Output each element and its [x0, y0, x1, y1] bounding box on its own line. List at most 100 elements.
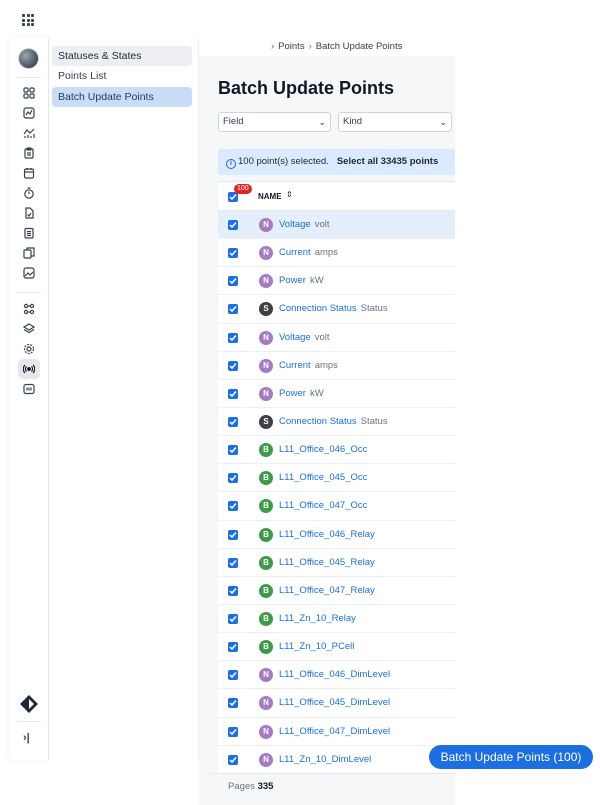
point-name-text[interactable]: L11_Office_046_Relay [279, 529, 375, 540]
table-row[interactable]: B L11_Office_046_Occ [218, 436, 455, 465]
table-row[interactable]: B L11_Zn_10_Relay [218, 605, 455, 634]
point-name-text[interactable]: Voltage [279, 332, 311, 343]
row-checkbox[interactable] [228, 445, 238, 456]
sort-icon[interactable]: ⇕ [286, 190, 293, 199]
point-name-text[interactable]: L11_Zn_10_Relay [279, 613, 356, 624]
point-name-text[interactable]: L11_Office_047_Occ [279, 500, 367, 511]
field-select[interactable]: Field ⌄ [218, 112, 331, 132]
broadcast-icon[interactable] [18, 359, 40, 379]
chart-icon[interactable] [22, 106, 36, 120]
point-name[interactable]: L11_Office_046_DimLevel [279, 669, 390, 680]
point-name[interactable]: Connection Status Status [279, 416, 388, 427]
row-checkbox[interactable] [228, 726, 238, 737]
table-row[interactable]: B L11_Office_047_Relay [218, 577, 455, 605]
table-row[interactable]: S Connection Status Status [218, 408, 455, 437]
point-name[interactable]: L11_Office_045_DimLevel [279, 697, 390, 708]
connections-icon[interactable] [22, 302, 36, 316]
row-checkbox[interactable] [228, 670, 238, 681]
breadcrumb-item-points[interactable]: Points [278, 41, 304, 52]
point-name[interactable]: Voltage volt [279, 219, 330, 230]
table-row[interactable]: N L11_Office_046_DimLevel [218, 661, 455, 690]
layers-icon[interactable] [22, 322, 36, 336]
point-name[interactable]: Connection Status Status [279, 303, 388, 314]
row-checkbox[interactable] [228, 416, 238, 427]
point-name-text[interactable]: Power [279, 388, 306, 399]
table-row[interactable]: N Power kW [218, 267, 455, 296]
table-row[interactable]: N Voltage volt [218, 324, 455, 352]
point-name-text[interactable]: L11_Office_045_Occ [279, 472, 367, 483]
image-icon[interactable] [22, 266, 36, 280]
point-name-text[interactable]: L11_Zn_10_DimLevel [279, 754, 371, 765]
row-checkbox[interactable] [228, 304, 238, 315]
calendar-icon[interactable] [22, 166, 36, 180]
row-checkbox[interactable] [228, 529, 238, 540]
table-row[interactable]: B L11_Office_045_Relay [218, 549, 455, 577]
batch-update-button[interactable]: Batch Update Points (100) [429, 745, 593, 769]
point-name-text[interactable]: Power [279, 275, 306, 286]
table-row[interactable]: B L11_Office_045_Occ [218, 464, 455, 493]
point-name[interactable]: L11_Zn_10_PCell [279, 641, 354, 652]
point-name-text[interactable]: L11_Zn_10_PCell [279, 641, 354, 652]
point-name-text[interactable]: L11_Office_047_Relay [279, 585, 375, 596]
row-checkbox[interactable] [228, 698, 238, 709]
point-name[interactable]: Current amps [279, 360, 338, 371]
table-row[interactable]: N L11_Office_045_DimLevel [218, 689, 455, 718]
point-name-text[interactable]: Voltage [279, 219, 311, 230]
point-name[interactable]: L11_Zn_10_DimLevel [279, 754, 371, 765]
table-row[interactable]: N L11_Zn_10_DimLevel [218, 746, 455, 774]
list-icon[interactable] [22, 226, 36, 240]
point-name-text[interactable]: Connection Status [279, 303, 357, 314]
point-name-text[interactable]: L11_Office_046_DimLevel [279, 669, 390, 680]
table-row[interactable]: N L11_Office_047_DimLevel [218, 718, 455, 746]
table-row[interactable]: N Power kW [218, 380, 455, 408]
row-checkbox[interactable] [228, 754, 238, 765]
table-row[interactable]: B L11_Zn_10_PCell [218, 633, 455, 662]
point-name[interactable]: L11_Office_047_DimLevel [279, 726, 390, 737]
point-name[interactable]: L11_Office_045_Occ [279, 472, 367, 483]
row-checkbox[interactable] [228, 360, 238, 371]
row-checkbox[interactable] [228, 220, 238, 230]
subnav-item-statuses-states[interactable]: Statuses & States [52, 46, 192, 66]
row-checkbox[interactable] [228, 585, 238, 596]
row-checkbox[interactable] [228, 248, 238, 259]
expand-sidebar-icon[interactable]: ›| [23, 732, 30, 744]
table-row[interactable]: B L11_Office_047_Occ [218, 492, 455, 521]
select-all-link[interactable]: Select all 33435 points [337, 156, 438, 167]
table-row[interactable]: N Voltage volt [218, 211, 455, 240]
subnav-item-batch-update-points[interactable]: Batch Update Points [52, 87, 192, 107]
row-checkbox[interactable] [228, 557, 238, 568]
point-name[interactable]: L11_Office_045_Relay [279, 557, 375, 568]
dashboard-icon[interactable] [22, 86, 36, 100]
subnav-item-points-list[interactable]: Points List [52, 66, 192, 86]
point-name[interactable]: L11_Office_046_Relay [279, 529, 375, 540]
row-checkbox[interactable] [228, 276, 238, 287]
point-name[interactable]: L11_Office_047_Relay [279, 585, 375, 596]
table-row[interactable]: N Current amps [218, 239, 455, 268]
point-name-text[interactable]: L11_Office_046_Occ [279, 444, 367, 455]
point-name[interactable]: L11_Office_047_Occ [279, 500, 367, 511]
avatar[interactable] [18, 48, 39, 69]
point-name-text[interactable]: L11_Office_045_DimLevel [279, 697, 390, 708]
clipboard-icon[interactable] [22, 146, 36, 160]
point-name-text[interactable]: L11_Office_047_DimLevel [279, 726, 390, 737]
timer-icon[interactable] [22, 186, 36, 200]
table-row[interactable]: S Connection Status Status [218, 295, 455, 324]
analytics-icon[interactable] [22, 126, 36, 140]
point-name-text[interactable]: L11_Office_045_Relay [279, 557, 375, 568]
row-checkbox[interactable] [228, 613, 238, 624]
point-name[interactable]: Current amps [279, 247, 338, 258]
row-checkbox[interactable] [228, 388, 238, 399]
point-name[interactable]: Voltage volt [279, 332, 330, 343]
point-name-text[interactable]: Connection Status [279, 416, 357, 427]
integration-icon[interactable] [22, 382, 36, 396]
point-name[interactable]: L11_Office_046_Occ [279, 444, 367, 455]
kind-select[interactable]: Kind ⌄ [338, 112, 452, 132]
row-checkbox[interactable] [228, 473, 238, 484]
copy-icon[interactable] [22, 246, 36, 260]
point-name[interactable]: L11_Zn_10_Relay [279, 613, 356, 624]
row-checkbox[interactable] [228, 642, 238, 653]
table-row[interactable]: B L11_Office_046_Relay [218, 521, 455, 549]
row-checkbox[interactable] [228, 332, 238, 343]
grid-apps-icon[interactable] [22, 14, 34, 26]
point-name[interactable]: Power kW [279, 388, 324, 399]
